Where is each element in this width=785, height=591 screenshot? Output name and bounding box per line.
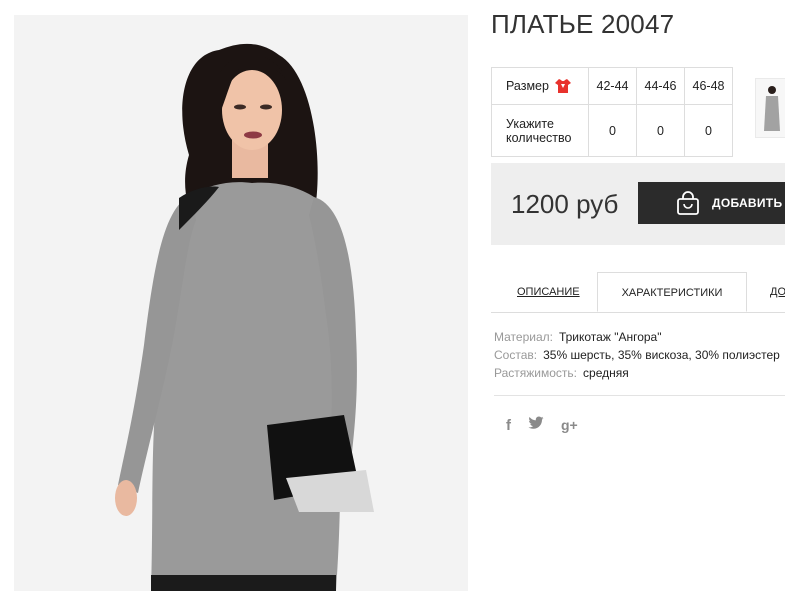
- spec-key: Растяжимость:: [494, 366, 578, 380]
- size-label-cell: Размер: [491, 67, 589, 105]
- price-box: 1200 руб ДОБАВИТЬ В: [491, 163, 785, 245]
- quantity-label-line1: Укажите: [506, 116, 554, 131]
- divider: [494, 395, 785, 396]
- size-row: Размер 42-44 44-46 46-48: [491, 67, 733, 105]
- size-option-42-44[interactable]: 42-44: [588, 67, 637, 105]
- product-thumbnail[interactable]: [755, 78, 785, 138]
- size-option-44-46[interactable]: 44-46: [636, 67, 685, 105]
- quantity-input-42-44[interactable]: 0: [588, 104, 637, 157]
- quantity-row: Укажите количество 0 0 0: [491, 104, 733, 157]
- tab-characteristics[interactable]: ХАРАКТЕРИСТИКИ: [597, 272, 747, 312]
- spec-value: 35% шерсть, 35% вискоза, 30% полиэстер: [543, 348, 780, 362]
- tab-description[interactable]: ОПИСАНИЕ: [517, 272, 580, 312]
- characteristics-list: Материал: Трикотаж "Ангора" Состав: 35% ше…: [494, 328, 780, 382]
- add-to-cart-label: ДОБАВИТЬ В: [712, 196, 785, 210]
- facebook-icon[interactable]: f: [506, 417, 511, 434]
- tab-additional[interactable]: ДО: [770, 272, 785, 312]
- size-label: Размер: [506, 79, 549, 93]
- google-plus-icon[interactable]: g+: [561, 417, 578, 433]
- spec-value: средняя: [583, 366, 629, 380]
- spec-stretch: Растяжимость: средняя: [494, 364, 780, 382]
- product-tabs: ОПИСАНИЕ ХАРАКТЕРИСТИКИ ДО: [491, 272, 785, 313]
- product-photo[interactable]: [14, 15, 468, 591]
- size-option-46-48[interactable]: 46-48: [684, 67, 733, 105]
- add-to-cart-button[interactable]: ДОБАВИТЬ В: [638, 182, 785, 224]
- shopping-bag-icon: [676, 191, 700, 218]
- quantity-label-line2: количество: [506, 130, 572, 145]
- spec-value: Трикотаж "Ангора": [558, 330, 662, 344]
- spec-material: Материал: Трикотаж "Ангора": [494, 328, 780, 346]
- spec-key: Материал:: [494, 330, 553, 344]
- tshirt-icon[interactable]: [554, 78, 571, 94]
- spec-composition: Состав: 35% шерсть, 35% вискоза, 30% поли…: [494, 346, 780, 364]
- spec-key: Состав:: [494, 348, 538, 362]
- product-title: ПЛАТЬЕ 20047: [491, 9, 675, 39]
- quantity-input-44-46[interactable]: 0: [636, 104, 685, 157]
- product-price: 1200 руб: [511, 189, 619, 219]
- quantity-label-cell: Укажите количество: [491, 104, 589, 157]
- quantity-input-46-48[interactable]: 0: [684, 104, 733, 157]
- size-quantity-table: Размер 42-44 44-46 46-48 Укажите количес…: [491, 67, 733, 157]
- twitter-icon[interactable]: [528, 416, 544, 434]
- social-share: f g+: [506, 416, 578, 434]
